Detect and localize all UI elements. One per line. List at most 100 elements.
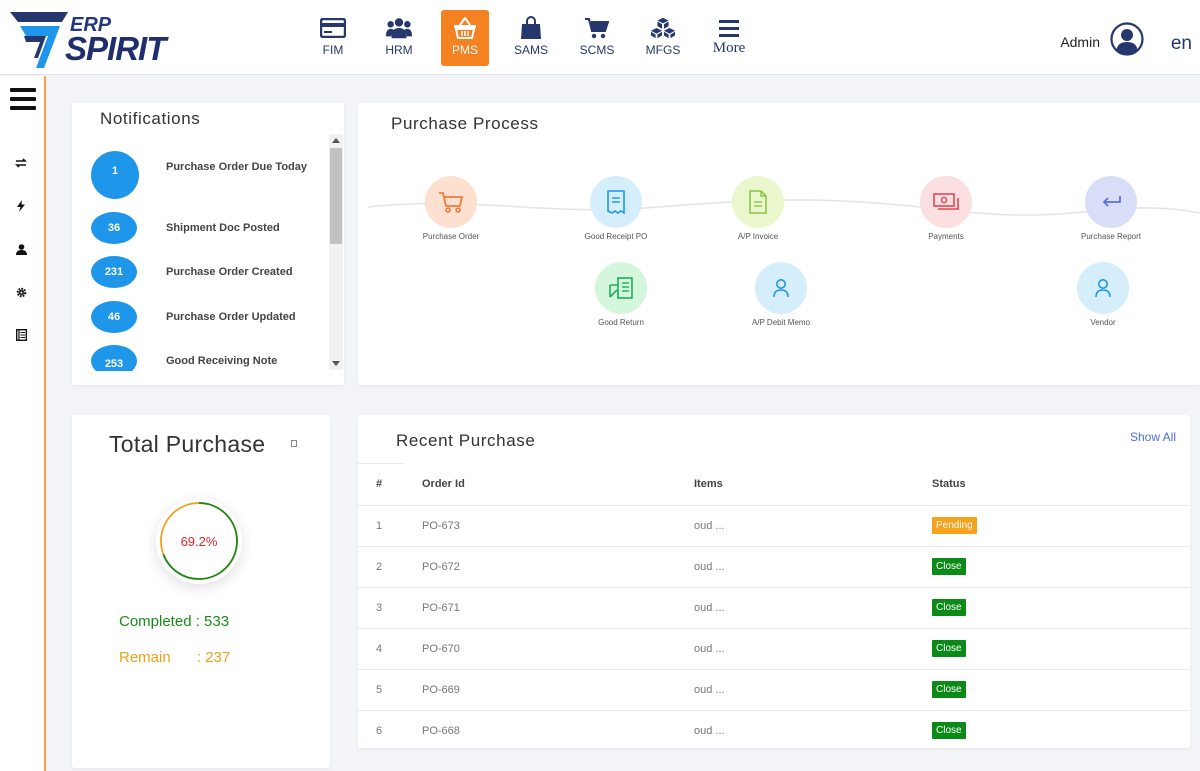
module-label: PMS <box>451 43 478 57</box>
process-step-vendor[interactable]: Vendor <box>1048 262 1158 327</box>
status-badge: Close <box>932 599 966 616</box>
notifications-list[interactable]: 1 Purchase Order Due Today 36 Shipment D… <box>72 143 328 371</box>
process-step-good-return[interactable]: Good Return <box>566 262 676 327</box>
list-book-icon[interactable] <box>14 328 28 342</box>
notification-count-badge: 36 <box>91 212 137 244</box>
row-number: 4 <box>358 628 422 670</box>
module-label: HRM <box>385 43 413 57</box>
module-more[interactable]: More <box>696 10 762 66</box>
process-step-label: Purchase Report <box>1080 232 1142 241</box>
notifications-title: Notifications <box>100 109 201 128</box>
show-all-link[interactable]: Show All <box>1130 430 1176 444</box>
table-row[interactable]: 3 PO-671 oud ... Close <box>358 587 1190 629</box>
total-purchase-title: Total Purchase <box>109 431 266 457</box>
process-step-label: Payments <box>928 232 964 241</box>
return-box-icon <box>595 262 647 314</box>
row-number: 3 <box>358 587 422 629</box>
module-label: More <box>712 40 746 56</box>
recent-purchase-title: Recent Purchase <box>396 431 536 450</box>
module-pms[interactable]: PMS <box>441 10 489 66</box>
order-items: oud ... <box>694 628 932 670</box>
gear-icon[interactable] <box>14 285 28 299</box>
cart-icon <box>584 16 610 40</box>
process-step-label: Good Return <box>598 318 644 327</box>
module-hrm[interactable]: HRM <box>366 10 432 66</box>
module-fim[interactable]: FIM <box>300 10 366 66</box>
completed-label: Completed <box>119 613 192 630</box>
order-items: oud ... <box>694 505 932 547</box>
table-row[interactable]: 1 PO-673 oud ... Pending <box>358 505 1190 547</box>
process-step-label: A/P Debit Memo <box>751 318 811 327</box>
return-arrow-icon <box>1085 176 1137 228</box>
document-icon <box>732 176 784 228</box>
remain-label: Remain <box>119 649 171 666</box>
users-icon <box>386 16 412 40</box>
order-id: PO-672 <box>422 546 694 588</box>
status-badge: Pending <box>932 517 977 534</box>
process-step-label: Purchase Order <box>422 232 480 241</box>
table-row[interactable]: 4 PO-670 oud ... Close <box>358 628 1190 670</box>
user-icon <box>755 262 807 314</box>
username: Admin <box>1060 33 1100 50</box>
module-nav: FIM HRM PMS SAMS SCMS MFGS More <box>300 10 762 66</box>
notification-text: Purchase Order Created <box>166 266 293 278</box>
order-items: oud ... <box>694 587 932 629</box>
progress-percent: 69.2% <box>180 533 218 549</box>
module-scms[interactable]: SCMS <box>564 10 630 66</box>
notification-text: Good Receiving Note <box>166 355 278 367</box>
row-number: 5 <box>358 669 422 711</box>
notifications-card: Notifications 1 Purchase Order Due Today… <box>72 103 344 385</box>
process-step-label: Vendor <box>1090 318 1116 327</box>
row-number: 1 <box>358 505 422 547</box>
scrollbar-thumb[interactable] <box>330 148 342 244</box>
order-id: PO-673 <box>422 505 694 547</box>
table-row[interactable]: 2 PO-672 oud ... Close <box>358 546 1190 588</box>
notification-count-badge: 46 <box>91 301 137 333</box>
sidebar <box>0 76 46 771</box>
module-label: MFGS <box>645 43 681 57</box>
process-step-ap-debit-memo[interactable]: A/P Debit Memo <box>726 262 836 327</box>
notification-text: Purchase Order Updated <box>166 311 296 323</box>
order-id: PO-670 <box>422 628 694 670</box>
notification-text: Shipment Doc Posted <box>166 222 280 234</box>
process-step-purchase-order[interactable]: Purchase Order <box>396 176 506 241</box>
recent-purchase-table: # Order Id Items Status 1 PO-673 oud ...… <box>358 463 1190 748</box>
module-label: SCMS <box>579 43 615 57</box>
total-purchase-card: Total Purchase 69.2% Completed : 533 Rem… <box>72 415 330 768</box>
logo-spirit-text: SPIRIT <box>65 30 166 67</box>
hamburger-icon[interactable] <box>10 88 36 114</box>
user-icon <box>1077 262 1129 314</box>
notifications-scrollbar[interactable] <box>329 134 343 370</box>
bolt-icon[interactable] <box>14 199 28 213</box>
user-menu[interactable]: Admin <box>1060 22 1144 61</box>
user-icon[interactable] <box>14 242 28 256</box>
completed-stat: Completed : 533 <box>119 613 229 630</box>
purchase-process-title: Purchase Process <box>391 114 539 133</box>
module-sams[interactable]: SAMS <box>498 10 564 66</box>
order-items: oud ... <box>694 546 932 588</box>
recent-purchase-card: Recent Purchase Show All # Order Id Item… <box>358 415 1190 748</box>
expand-icon[interactable] <box>291 440 297 447</box>
erp-spirit-logo[interactable]: ERP SPIRIT <box>10 12 185 70</box>
table-header-row: # Order Id Items Status <box>358 463 1190 506</box>
module-label: FIM <box>322 43 344 57</box>
purchase-process-card: Purchase Process Purchase Order Good Rec… <box>358 103 1200 385</box>
scroll-down-arrow-icon[interactable] <box>332 361 340 366</box>
module-mfgs[interactable]: MFGS <box>630 10 696 66</box>
credit-card-icon <box>320 16 346 40</box>
shopping-bag-icon <box>518 16 544 40</box>
process-step-good-receipt-po[interactable]: Good Receipt PO <box>561 176 671 241</box>
cart-icon <box>425 176 477 228</box>
process-step-purchase-report[interactable]: Purchase Report <box>1056 176 1166 241</box>
table-row[interactable]: 5 PO-669 oud ... Close <box>358 669 1190 711</box>
table-row[interactable]: 6 PO-668 oud ... Close <box>358 710 1190 748</box>
process-step-payments[interactable]: Payments <box>891 176 1001 241</box>
exchange-icon[interactable] <box>14 156 28 170</box>
scroll-up-arrow-icon[interactable] <box>332 138 340 143</box>
notification-text: Purchase Order Due Today <box>166 161 308 173</box>
process-step-label: A/P Invoice <box>737 232 779 241</box>
language-selector[interactable]: en <box>1171 33 1192 55</box>
order-id: PO-671 <box>422 587 694 629</box>
status-badge: Close <box>932 640 966 657</box>
process-step-ap-invoice[interactable]: A/P Invoice <box>703 176 813 241</box>
